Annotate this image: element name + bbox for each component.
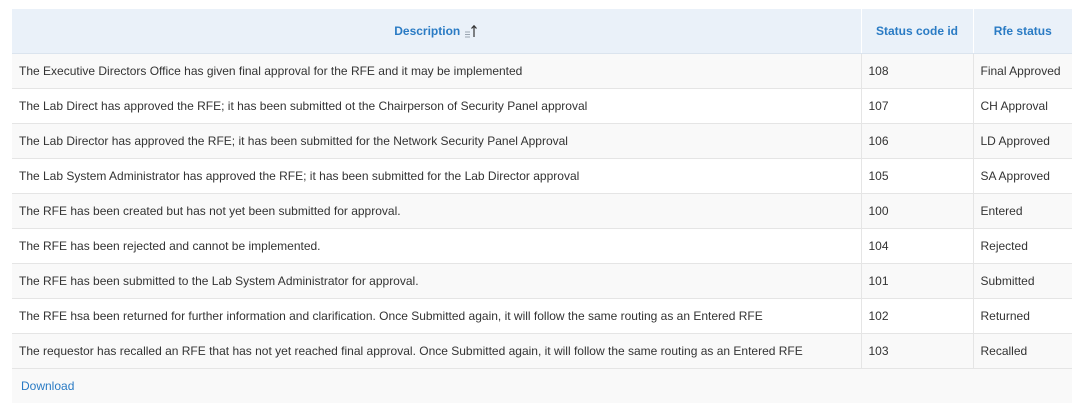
column-header-status-code-id[interactable]: Status code id <box>861 9 973 54</box>
column-header-description-label: Description <box>394 24 460 38</box>
cell-status-code-id: 106 <box>861 124 973 159</box>
cell-status-code-id: 107 <box>861 89 973 124</box>
cell-rfe-status: Returned <box>973 299 1072 334</box>
cell-description: The requestor has recalled an RFE that h… <box>12 334 861 369</box>
cell-status-code-id: 105 <box>861 159 973 194</box>
table-row: The Lab Direct has approved the RFE; it … <box>12 89 1072 124</box>
cell-rfe-status: Final Approved <box>973 54 1072 89</box>
cell-status-code-id: 108 <box>861 54 973 89</box>
table-row: The RFE has been rejected and cannot be … <box>12 229 1072 264</box>
table-header: Description Status c <box>12 9 1072 54</box>
cell-status-code-id: 104 <box>861 229 973 264</box>
cell-description: The RFE has been submitted to the Lab Sy… <box>12 264 861 299</box>
cell-description: The RFE has been rejected and cannot be … <box>12 229 861 264</box>
cell-status-code-id: 101 <box>861 264 973 299</box>
table-footer: Download <box>12 369 1072 403</box>
header-row: Description Status c <box>12 9 1072 54</box>
cell-rfe-status: SA Approved <box>973 159 1072 194</box>
cell-description: The Lab System Administrator has approve… <box>12 159 861 194</box>
footer-row: Download <box>12 369 1072 403</box>
column-header-rfe-status[interactable]: Rfe status <box>973 9 1072 54</box>
cell-rfe-status: LD Approved <box>973 124 1072 159</box>
cell-rfe-status: Recalled <box>973 334 1072 369</box>
table-row: The Lab System Administrator has approve… <box>12 159 1072 194</box>
column-header-description[interactable]: Description <box>12 9 861 54</box>
cell-description: The Lab Direct has approved the RFE; it … <box>12 89 861 124</box>
column-header-rfe-status-label: Rfe status <box>994 24 1052 38</box>
table-row: The RFE has been created but has not yet… <box>12 194 1072 229</box>
rfe-status-table: Description Status c <box>12 9 1072 403</box>
footer-cell: Download <box>12 369 1072 403</box>
cell-description: The RFE hsa been returned for further in… <box>12 299 861 334</box>
sort-ascending-icon[interactable] <box>464 24 478 38</box>
cell-rfe-status: Rejected <box>973 229 1072 264</box>
table-row: The requestor has recalled an RFE that h… <box>12 334 1072 369</box>
cell-description: The Executive Directors Office has given… <box>12 54 861 89</box>
cell-status-code-id: 102 <box>861 299 973 334</box>
rfe-status-table-panel: Description Status c <box>0 0 1072 397</box>
cell-description: The Lab Director has approved the RFE; i… <box>12 124 861 159</box>
column-header-status-code-id-label: Status code id <box>876 24 958 38</box>
table-row: The Executive Directors Office has given… <box>12 54 1072 89</box>
table-row: The RFE has been submitted to the Lab Sy… <box>12 264 1072 299</box>
cell-rfe-status: Submitted <box>973 264 1072 299</box>
table-row: The Lab Director has approved the RFE; i… <box>12 124 1072 159</box>
cell-status-code-id: 103 <box>861 334 973 369</box>
download-link[interactable]: Download <box>21 379 74 393</box>
table-row: The RFE hsa been returned for further in… <box>12 299 1072 334</box>
cell-rfe-status: CH Approval <box>973 89 1072 124</box>
cell-status-code-id: 100 <box>861 194 973 229</box>
cell-rfe-status: Entered <box>973 194 1072 229</box>
cell-description: The RFE has been created but has not yet… <box>12 194 861 229</box>
table-body: The Executive Directors Office has given… <box>12 54 1072 369</box>
